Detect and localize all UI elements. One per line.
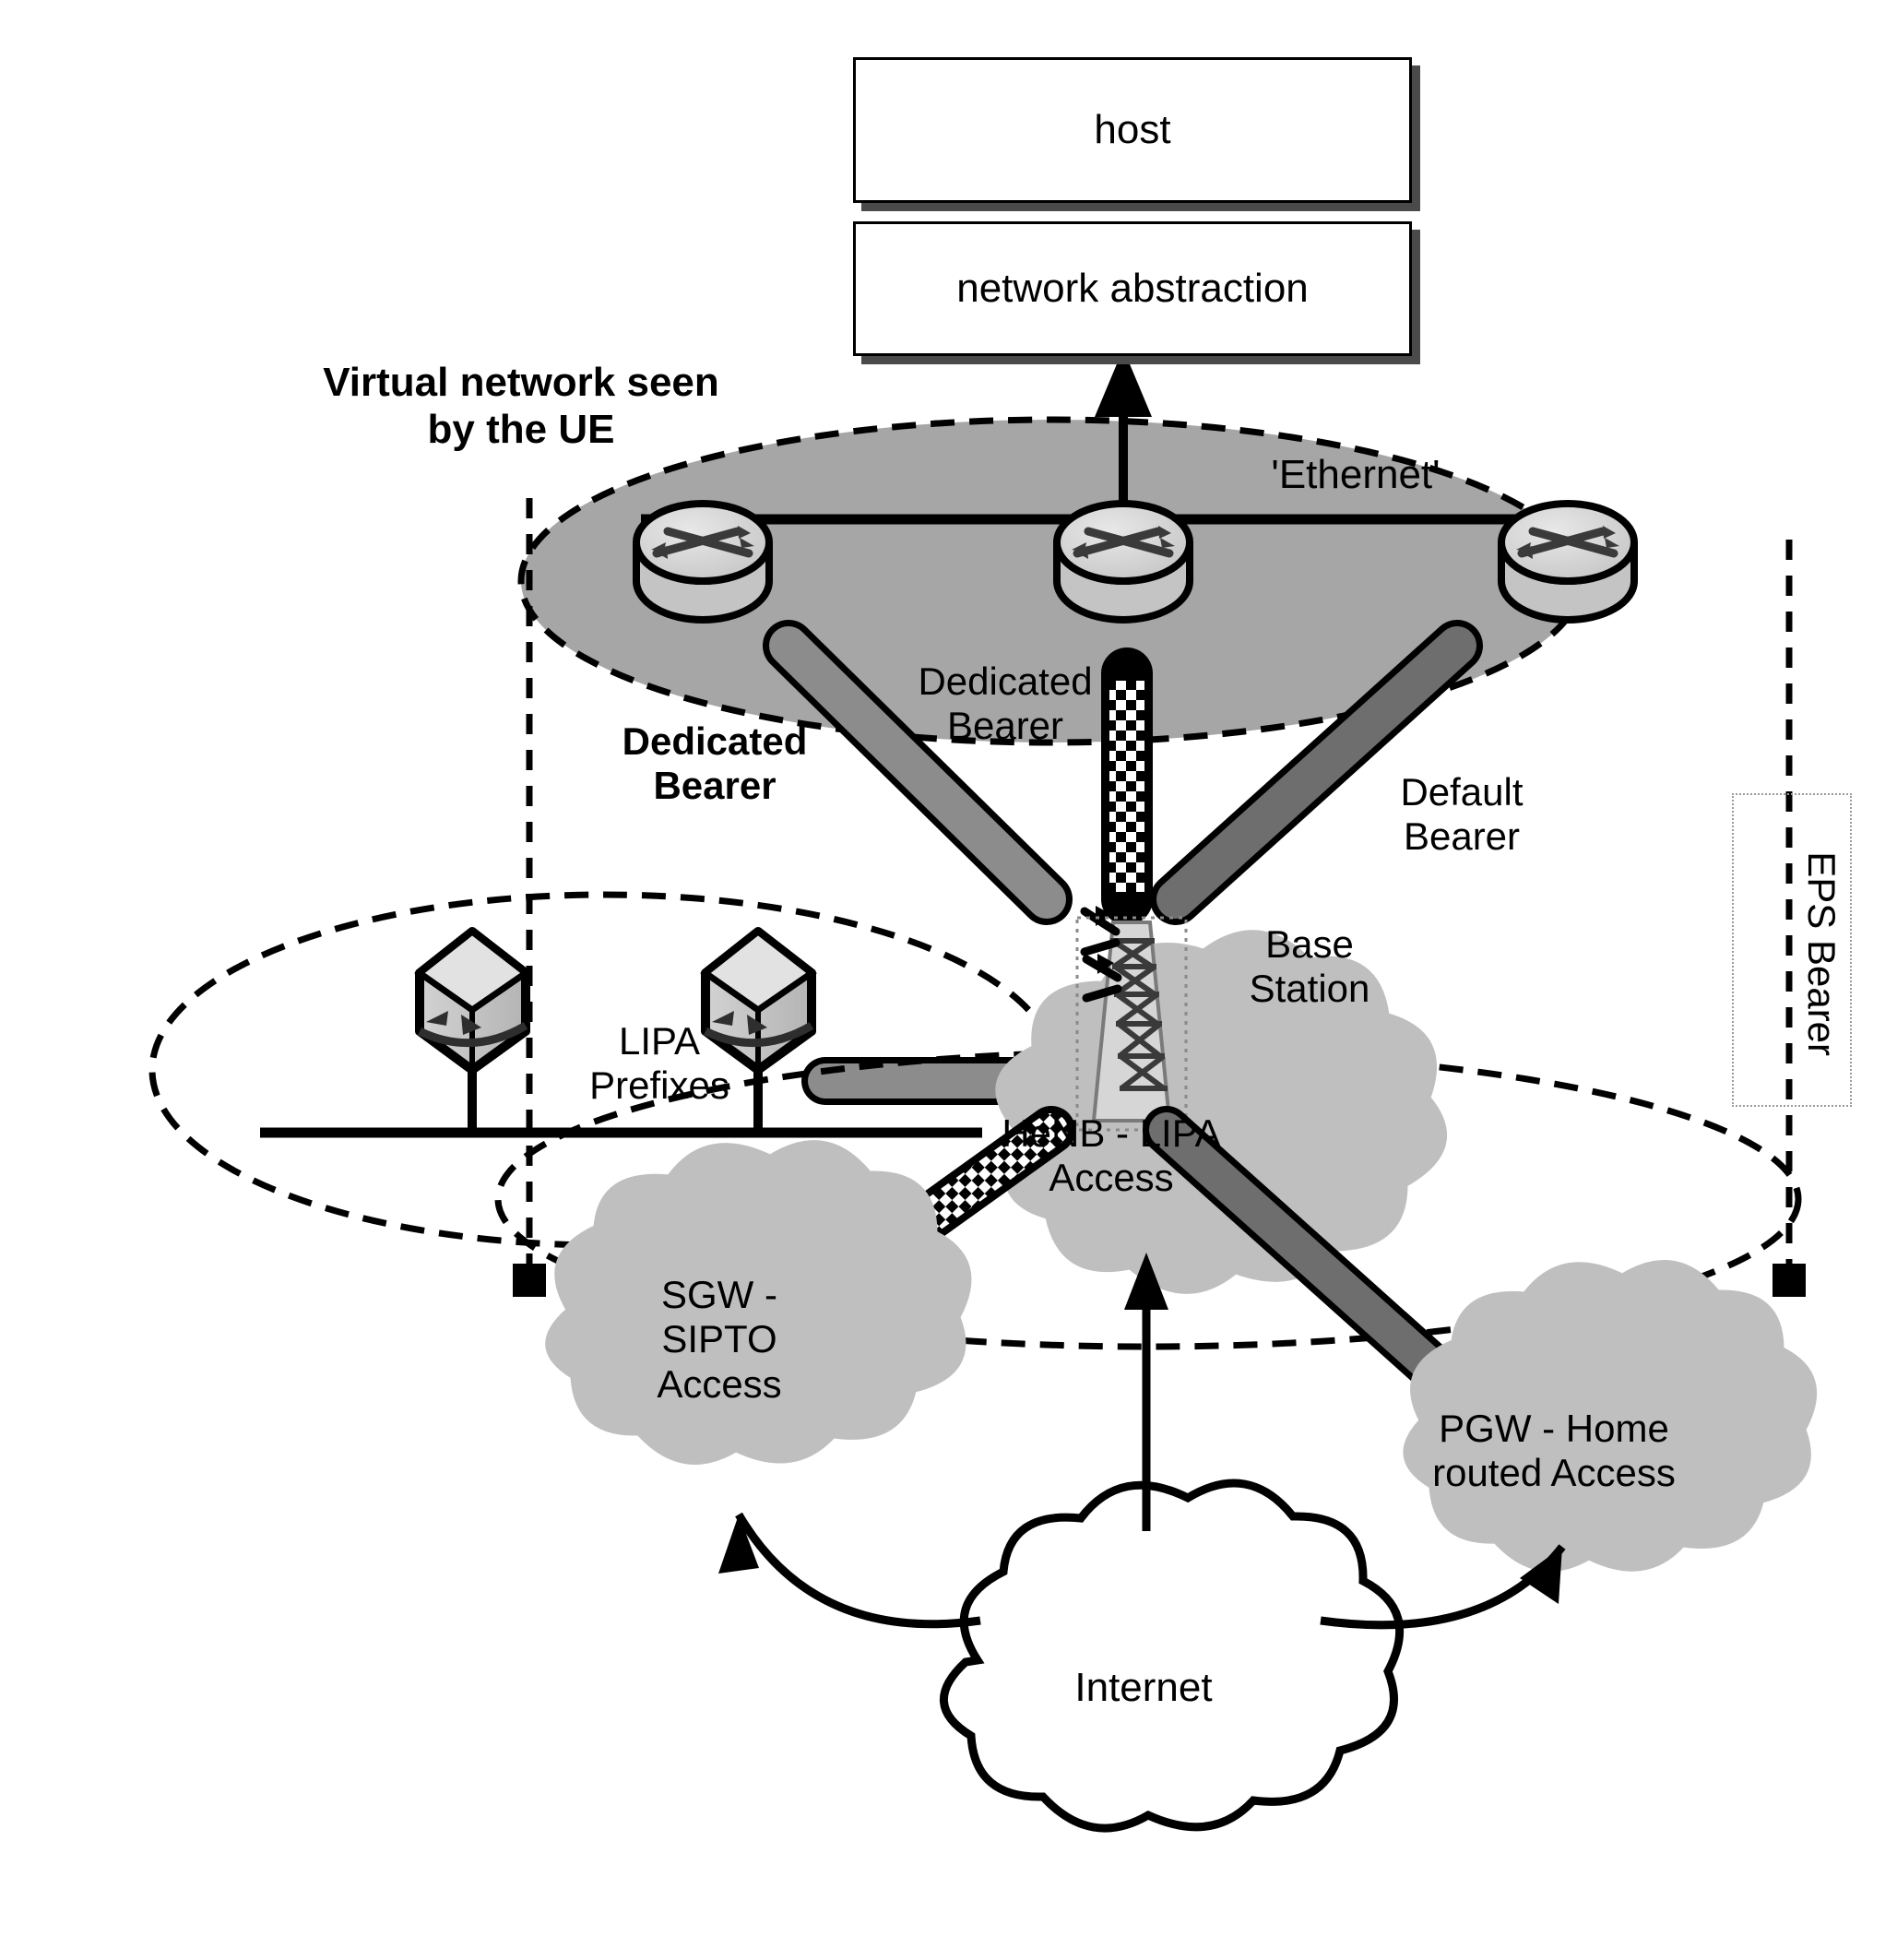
internet-to-sgw-arrow	[718, 1512, 981, 1629]
diagram-canvas: host network abstraction Virtual network…	[0, 0, 1897, 1960]
sgw-sipto-cloud	[545, 1140, 972, 1465]
host-box-label: host	[1094, 107, 1171, 152]
host-box: host	[853, 57, 1412, 203]
router-1	[633, 500, 773, 624]
pgw-home-cloud	[1403, 1260, 1818, 1572]
eps-bearer-textbox	[1732, 793, 1852, 1107]
network-abstraction-box: network abstraction	[853, 221, 1412, 356]
router-3	[1498, 500, 1638, 624]
lipa-server-2	[700, 927, 817, 1075]
network-abstraction-label: network abstraction	[956, 266, 1309, 311]
internet-cloud	[939, 1479, 1405, 1833]
router-2	[1053, 500, 1193, 624]
lipa-server-1	[414, 927, 531, 1075]
